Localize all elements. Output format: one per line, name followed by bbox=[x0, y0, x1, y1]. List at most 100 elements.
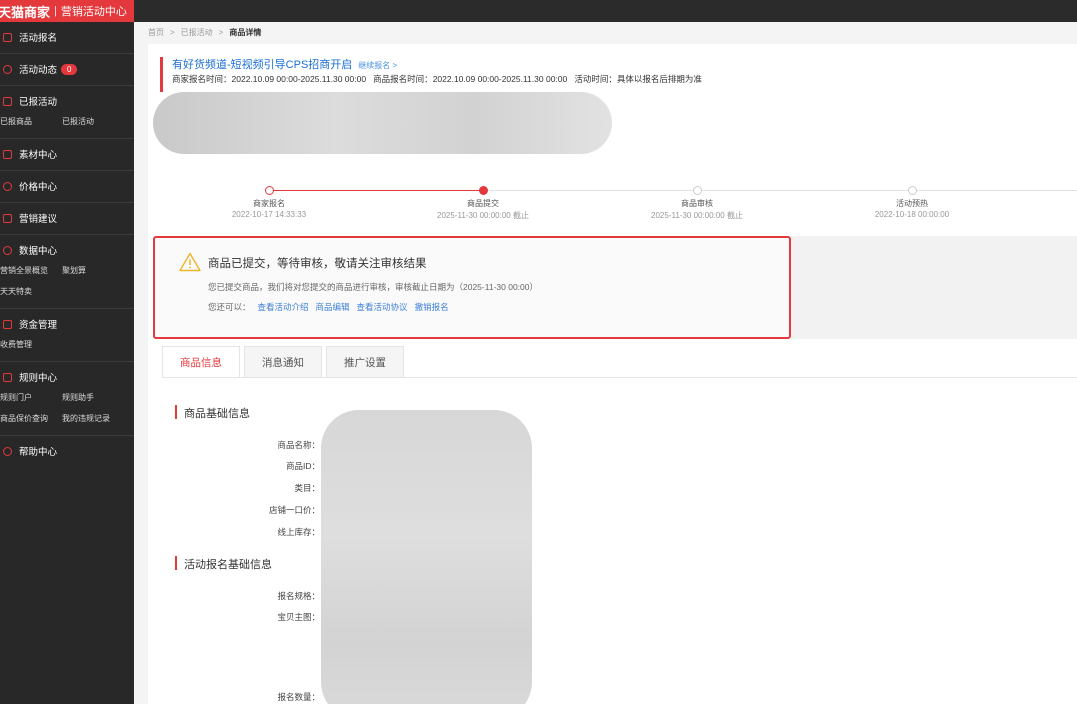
sidebar-item-help[interactable]: 帮助中心 bbox=[0, 443, 134, 459]
section-title-signup: 活动报名基础信息 bbox=[184, 559, 272, 571]
step-label: 商家报名 bbox=[253, 199, 285, 208]
edit-product-link[interactable]: 商品编辑 bbox=[316, 301, 350, 313]
step-dot bbox=[264, 186, 274, 195]
step-label: 活动预热 bbox=[896, 199, 928, 208]
field-label-quantity: 报名数量： bbox=[277, 692, 320, 702]
sidebar-item-activity-news[interactable]: 活动动态 0 bbox=[0, 61, 134, 77]
brand-separator: | bbox=[54, 5, 57, 17]
suggestion-icon bbox=[3, 213, 12, 223]
field-label-category: 类目： bbox=[294, 483, 320, 493]
sidebar-sub-overview[interactable]: 营销全景概览 bbox=[0, 265, 62, 276]
sidebar-item-label: 营销建议 bbox=[19, 214, 58, 225]
field-label-stock: 线上库存： bbox=[277, 527, 320, 537]
merchant-time-label: 商家报名时间： bbox=[172, 74, 232, 84]
tab-divider bbox=[162, 377, 1077, 378]
step-time: 2025-11-30 00:00:00 截止 bbox=[437, 211, 529, 220]
sidebar-sub-price-protect[interactable]: 商品保价查询 bbox=[0, 413, 62, 424]
merchant-time: 2022.10.09 00:00-2025.11.30 00:00 bbox=[231, 74, 367, 84]
breadcrumb-separator: > bbox=[170, 28, 175, 37]
progress-steps: 商家报名 2022-10-17 14:33:33 商品提交 2025-11-30… bbox=[148, 176, 1077, 220]
sidebar-sub-fees[interactable]: 收费管理 bbox=[0, 339, 62, 350]
notice-actions-label: 您还可以： bbox=[208, 302, 251, 312]
sidebar-item-price[interactable]: 价格中心 bbox=[0, 178, 134, 194]
sidebar-item-material[interactable]: 素材中心 bbox=[0, 146, 134, 162]
help-icon bbox=[3, 446, 12, 456]
step-dot bbox=[478, 186, 488, 195]
field-label-product-id: 商品ID： bbox=[285, 461, 320, 471]
notice-description: 您已提交商品，我们将对您提交的商品进行审核，审核截止日期为（2025-11-30… bbox=[208, 282, 538, 292]
sidebar-item-label: 价格中心 bbox=[19, 182, 58, 193]
sidebar-item-rules[interactable]: 规则中心 bbox=[0, 369, 134, 385]
sidebar-sub-rules-assistant[interactable]: 规则助手 bbox=[62, 392, 94, 403]
step-product-submit: 商品提交 2025-11-30 00:00:00 截止 bbox=[408, 176, 558, 221]
progress-line-pending bbox=[489, 190, 1077, 191]
sidebar-item-data[interactable]: 数据中心 bbox=[0, 242, 134, 258]
view-activity-agreement-link[interactable]: 查看活动协议 bbox=[357, 301, 408, 313]
notice-title: 商品已提交，等待审核，敬请关注审核结果 bbox=[208, 258, 427, 270]
brand-logo: 天猫商家 bbox=[0, 4, 51, 20]
sidebar-item-suggestion[interactable]: 营销建议 bbox=[0, 210, 134, 226]
sidebar-item-label: 活动报名 bbox=[19, 33, 58, 44]
field-label-product-name: 商品名称： bbox=[277, 440, 320, 450]
sidebar-item-reported[interactable]: 已报活动 bbox=[0, 93, 134, 109]
breadcrumb: 首页 > 已报活动 > 商品详情 bbox=[148, 27, 261, 38]
sidebar-sub-rules-portal[interactable]: 规则门户 bbox=[0, 392, 62, 403]
count-badge: 0 bbox=[61, 63, 78, 75]
continue-signup-link[interactable]: 继续报名 > bbox=[358, 61, 397, 70]
cancel-signup-link[interactable]: 撤销报名 bbox=[415, 301, 449, 313]
step-activity-warmup: 活动预热 2022-10-18 00:00:00 bbox=[837, 176, 987, 219]
field-label-price: 店铺一口价： bbox=[268, 505, 320, 515]
step-label: 商品审核 bbox=[681, 199, 713, 208]
tab-promotion-settings[interactable]: 推广设置 bbox=[326, 346, 404, 378]
activity-title-row: 有好货频道-短视频引导CPS招商开启 继续报名 > bbox=[172, 56, 397, 72]
sidebar-sub-violations[interactable]: 我的违规记录 bbox=[62, 413, 110, 424]
data-icon bbox=[3, 245, 12, 255]
fund-icon bbox=[3, 319, 12, 329]
section-title-product: 商品基础信息 bbox=[184, 408, 250, 420]
status-notice: 商品已提交，等待审核，敬请关注审核结果 您已提交商品，我们将对您提交的商品进行审… bbox=[153, 236, 791, 339]
notice-actions: 您还可以： 查看活动介绍 商品编辑 查看活动协议 撤销报名 bbox=[208, 301, 449, 313]
eye-icon bbox=[3, 64, 12, 74]
field-label-spec: 报名规格： bbox=[277, 591, 320, 601]
sidebar-sub-juhuasuan[interactable]: 聚划算 bbox=[62, 265, 86, 276]
sidebar-item-label: 资金管理 bbox=[19, 320, 58, 331]
breadcrumb-separator: > bbox=[218, 28, 224, 37]
view-activity-intro-link[interactable]: 查看活动介绍 bbox=[258, 301, 309, 313]
breadcrumb-current: 商品详情 bbox=[229, 28, 262, 37]
sidebar-item-fund[interactable]: 资金管理 bbox=[0, 316, 134, 332]
main-area: 首页 > 已报活动 > 商品详情 有好货频道-短视频引导CPS招商开启 继续报名 … bbox=[134, 22, 1077, 704]
tab-notifications[interactable]: 消息通知 bbox=[244, 346, 322, 378]
price-icon bbox=[3, 181, 12, 191]
sidebar-item-label: 帮助中心 bbox=[19, 447, 58, 458]
step-time: 2022-10-17 14:33:33 bbox=[231, 210, 307, 219]
step-merchant-signup: 商家报名 2022-10-17 14:33:33 bbox=[194, 176, 344, 219]
detail-panel: 有好货频道-短视频引导CPS招商开启 继续报名 > 商家报名时间：2022.10.… bbox=[148, 44, 1077, 704]
brand-subtitle: 营销活动中心 bbox=[60, 6, 127, 18]
brand-bar[interactable]: 天猫商家 | 营销活动中心 bbox=[0, 0, 134, 22]
breadcrumb-reported[interactable]: 已报活动 bbox=[181, 27, 213, 38]
activity-meta: 商家报名时间：2022.10.09 00:00-2025.11.30 00:00… bbox=[172, 73, 702, 85]
sidebar-sub-daily-deals[interactable]: 天天特卖 bbox=[0, 286, 62, 297]
activity-title[interactable]: 有好货频道-短视频引导CPS招商开启 bbox=[172, 59, 352, 71]
title-accent-bar bbox=[160, 57, 163, 92]
list-icon bbox=[3, 96, 12, 106]
blurred-field-values bbox=[321, 410, 532, 704]
breadcrumb-home[interactable]: 首页 bbox=[148, 27, 164, 38]
sidebar-item-signup[interactable]: 活动报名 bbox=[0, 29, 134, 45]
sidebar-item-label: 素材中心 bbox=[19, 150, 58, 161]
step-dot bbox=[907, 186, 917, 195]
sidebar: 活动报名 活动动态 0 已报活动 已报商品 已报活动 素材中心 价格中心 营销建… bbox=[0, 22, 134, 704]
section-accent-bar bbox=[175, 405, 177, 419]
rules-icon bbox=[3, 372, 12, 382]
tab-product-info[interactable]: 商品信息 bbox=[162, 346, 240, 378]
step-product-review: 商品审核 2025-11-30 00:00:00 截止 bbox=[622, 176, 772, 221]
product-time: 2022.10.09 00:00-2025.11.30 00:00 bbox=[432, 74, 568, 84]
sidebar-item-label: 活动动态 bbox=[19, 65, 58, 76]
step-time: 2022-10-18 00:00:00 bbox=[874, 210, 950, 219]
sidebar-sub-reported-activities[interactable]: 已报活动 bbox=[62, 116, 94, 127]
sidebar-item-label: 已报活动 bbox=[19, 97, 58, 108]
signup-icon bbox=[3, 32, 12, 42]
sidebar-sub-reported-products[interactable]: 已报商品 bbox=[0, 116, 62, 127]
activity-time: 具体以报名后排期为准 bbox=[616, 74, 702, 84]
sidebar-item-label: 规则中心 bbox=[19, 373, 58, 384]
